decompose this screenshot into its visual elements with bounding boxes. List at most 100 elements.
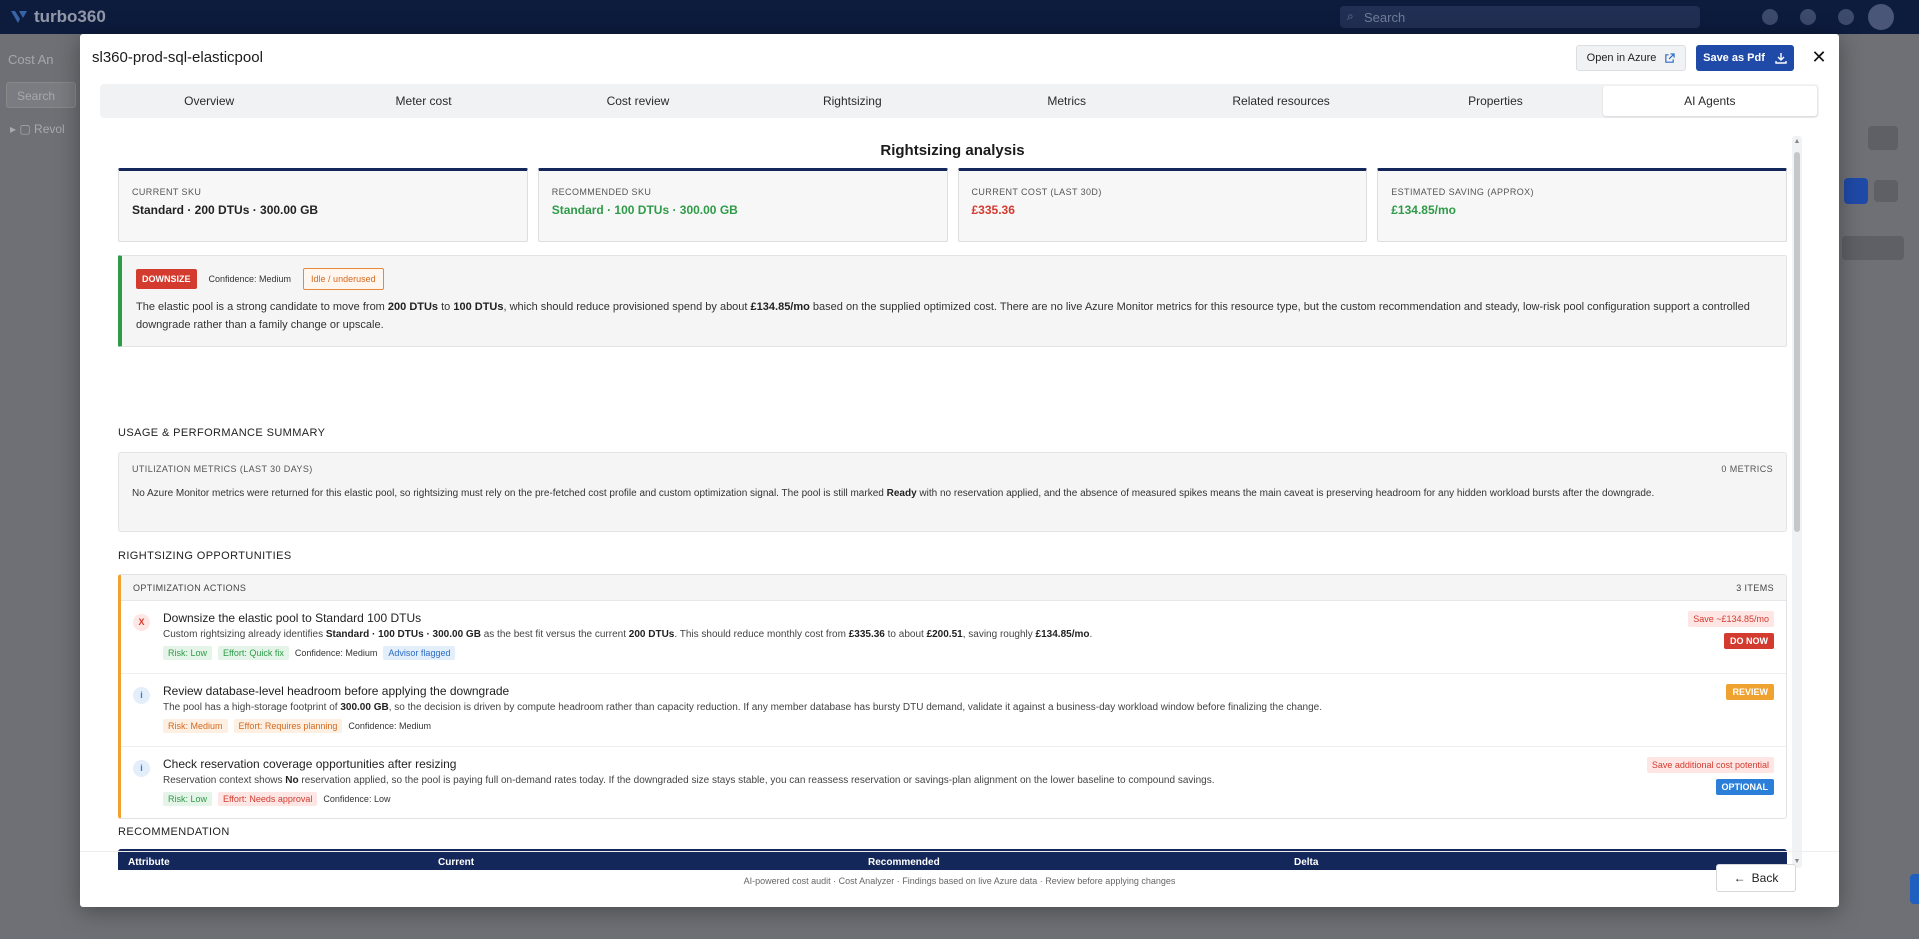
info-icon: i bbox=[133, 760, 150, 777]
tab-rightsizing[interactable]: Rightsizing bbox=[745, 86, 959, 116]
scroll-thumb[interactable] bbox=[1794, 152, 1800, 532]
modal-footer: AI-powered cost audit · Cost Analyzer · … bbox=[80, 851, 1839, 907]
items-count: 3 ITEMS bbox=[1736, 582, 1774, 593]
content-scrollbar[interactable]: ▲ ▼ bbox=[1792, 136, 1802, 868]
tab-bar: Overview Meter cost Cost review Rightsiz… bbox=[100, 84, 1819, 118]
card-label: CURRENT SKU bbox=[132, 187, 202, 197]
card-value: £134.85/mo bbox=[1391, 203, 1456, 217]
arrow-left-icon: ← bbox=[1733, 871, 1746, 885]
brand-name: turbo360 bbox=[34, 7, 106, 26]
action-priority-badge: DO NOW bbox=[1724, 633, 1774, 649]
open-in-azure-button[interactable]: Open in Azure bbox=[1576, 45, 1686, 71]
card-label: ESTIMATED SAVING (APPROX) bbox=[1391, 187, 1534, 197]
feedback-tab[interactable] bbox=[1910, 874, 1919, 904]
downsize-badge: DOWNSIZE bbox=[136, 269, 197, 289]
optimization-item-title: Check reservation coverage opportunities… bbox=[163, 757, 457, 771]
global-search[interactable]: ⌕ Search bbox=[1340, 6, 1700, 28]
summary-cards: CURRENT SKU Standard · 200 DTUs · 300.00… bbox=[118, 168, 1787, 242]
filter-search-input[interactable]: Search bbox=[6, 82, 76, 108]
gear-icon[interactable] bbox=[1838, 9, 1854, 25]
search-icon: ⌕ bbox=[1347, 9, 1354, 23]
optimization-tag: Risk: Medium bbox=[163, 719, 228, 733]
optimization-actions-panel: OPTIMIZATION ACTIONS 3 ITEMS X Downsize t… bbox=[118, 574, 1787, 819]
optimization-item-title: Downsize the elastic pool to Standard 10… bbox=[163, 611, 422, 625]
optimization-tag: Effort: Requires planning bbox=[233, 719, 343, 733]
verdict-text: The elastic pool is a strong candidate t… bbox=[136, 301, 1750, 331]
optimization-tag: Effort: Quick fix bbox=[218, 646, 289, 660]
optimization-tag: Risk: Low bbox=[163, 646, 213, 660]
verdict-panel: DOWNSIZE Confidence: Medium Idle / under… bbox=[118, 255, 1787, 347]
optimization-item-description: The pool has a high-storage footprint of… bbox=[163, 702, 1323, 713]
global-search-placeholder: Search bbox=[1364, 10, 1406, 25]
tab-meter-cost[interactable]: Meter cost bbox=[316, 86, 530, 116]
scroll-up-icon[interactable]: ▲ bbox=[1793, 138, 1801, 146]
bg-delete-button[interactable] bbox=[1874, 180, 1898, 202]
savings-tag: Save additional cost potential bbox=[1646, 757, 1774, 773]
optimization-tag: Confidence: Low bbox=[323, 794, 391, 804]
recommendation-section-title: RECOMMENDATION bbox=[118, 826, 230, 838]
optimization-tag: Effort: Needs approval bbox=[218, 792, 318, 806]
estimated-saving-card: ESTIMATED SAVING (APPROX) £134.85/mo bbox=[1377, 168, 1787, 242]
tab-cost-review[interactable]: Cost review bbox=[531, 86, 745, 116]
current-cost-card: CURRENT COST (LAST 30D) £335.36 bbox=[957, 168, 1368, 242]
footer-note: AI-powered cost audit · Cost Analyzer · … bbox=[743, 876, 1176, 886]
tree-item[interactable]: ▸ ▢ Revol bbox=[10, 122, 65, 136]
open-in-azure-label: Open in Azure bbox=[1586, 52, 1657, 64]
optimization-item-description: Reservation context shows No reservation… bbox=[163, 775, 1215, 786]
action-priority-badge: OPTIONAL bbox=[1715, 779, 1774, 795]
optimization-tag: Risk: Low bbox=[163, 792, 213, 806]
turbo360-logo-icon bbox=[11, 11, 27, 23]
tab-properties[interactable]: Properties bbox=[1388, 86, 1602, 116]
breadcrumb: Cost An bbox=[8, 52, 54, 67]
idle-badge: Idle / underused bbox=[303, 268, 384, 290]
optimization-item-title: Review database-level headroom before ap… bbox=[163, 684, 510, 698]
analysis-content: Rightsizing analysis CURRENT SKU Standar… bbox=[118, 134, 1787, 870]
save-as-pdf-button[interactable]: Save as Pdf bbox=[1696, 45, 1794, 71]
optimization-tag: Confidence: Medium bbox=[348, 721, 431, 731]
info-icon: i bbox=[133, 687, 150, 704]
tab-ai-agents[interactable]: AI Agents bbox=[1602, 86, 1817, 116]
tab-related-resources[interactable]: Related resources bbox=[1174, 86, 1388, 116]
confidence-label: Confidence: Medium bbox=[208, 274, 292, 284]
modal-title: sl360-prod-sql-elasticpool bbox=[92, 49, 263, 66]
opt-box-label: OPTIMIZATION ACTIONS bbox=[133, 582, 247, 593]
app-topbar: turbo360 ⌕ Search bbox=[0, 0, 1919, 34]
brand[interactable]: turbo360 bbox=[10, 7, 106, 27]
usage-panel: UTILIZATION METRICS (LAST 30 DAYS) 0 MET… bbox=[118, 452, 1787, 532]
avatar[interactable] bbox=[1868, 4, 1894, 30]
card-label: RECOMMENDED SKU bbox=[551, 187, 652, 197]
optimization-tag: Advisor flagged bbox=[383, 646, 456, 660]
bg-primary-button[interactable] bbox=[1844, 178, 1868, 204]
bell-icon[interactable] bbox=[1800, 9, 1816, 25]
recommended-sku-card: RECOMMENDED SKU Standard · 100 DTUs · 30… bbox=[537, 168, 948, 242]
usage-box-label: UTILIZATION METRICS (LAST 30 DAYS) bbox=[132, 464, 313, 474]
back-label: Back bbox=[1751, 871, 1779, 885]
optimization-item-description: Custom rightsizing already identifies St… bbox=[163, 629, 1093, 640]
optimization-tag: Confidence: Medium bbox=[294, 648, 378, 658]
opportunities-section-title: RIGHTSIZING OPPORTUNITIES bbox=[118, 550, 292, 562]
back-button[interactable]: ← Back bbox=[1716, 864, 1796, 892]
save-as-pdf-label: Save as Pdf bbox=[1703, 52, 1765, 64]
card-value: Standard · 200 DTUs · 300.00 GB bbox=[132, 203, 319, 217]
tree-item-label: Revol bbox=[34, 122, 65, 136]
tab-metrics[interactable]: Metrics bbox=[960, 86, 1174, 116]
optimization-item[interactable]: i Check reservation coverage opportunitie… bbox=[121, 747, 1786, 820]
resource-detail-modal: sl360-prod-sql-elasticpool Open in Azure… bbox=[80, 34, 1839, 907]
external-link-icon bbox=[1665, 52, 1676, 63]
usage-section-title: USAGE & PERFORMANCE SUMMARY bbox=[118, 427, 326, 439]
bg-ask-ai-button[interactable] bbox=[1842, 236, 1904, 260]
card-label: CURRENT COST (LAST 30D) bbox=[971, 187, 1102, 197]
close-icon[interactable]: ✕ bbox=[1809, 47, 1829, 67]
bg-menu-button[interactable] bbox=[1868, 126, 1898, 150]
announcement-icon[interactable] bbox=[1762, 9, 1778, 25]
optimization-item[interactable]: X Downsize the elastic pool to Standard 1… bbox=[121, 601, 1786, 674]
savings-tag: Save ~£134.85/mo bbox=[1688, 611, 1774, 627]
card-value: Standard · 100 DTUs · 300.00 GB bbox=[551, 203, 738, 217]
tab-overview[interactable]: Overview bbox=[102, 86, 316, 116]
optimization-item[interactable]: i Review database-level headroom before a… bbox=[121, 674, 1786, 747]
action-priority-badge: REVIEW bbox=[1726, 684, 1774, 700]
metrics-count: 0 METRICS bbox=[1721, 464, 1773, 474]
analysis-title: Rightsizing analysis bbox=[880, 142, 1025, 159]
close-circle-icon: X bbox=[133, 614, 150, 631]
usage-text: No Azure Monitor metrics were returned f… bbox=[132, 488, 1655, 499]
